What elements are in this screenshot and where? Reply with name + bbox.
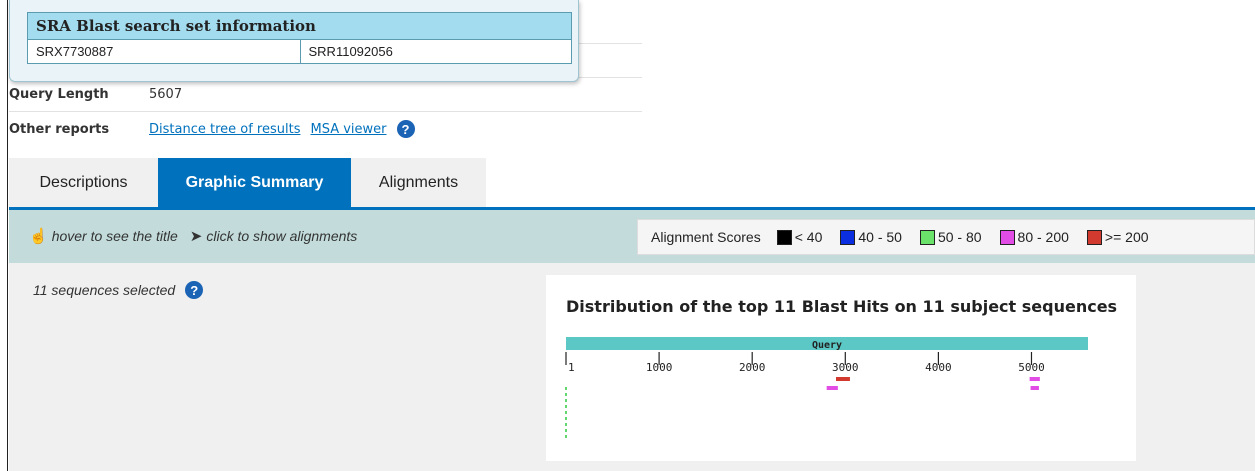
score-item: 80 - 200 [999,229,1069,245]
axis-ticks: 1 1000 2000 3000 4000 5000 [565,352,1045,374]
arrow-cursor-icon: ➤ [189,228,203,245]
query-length-row: Query Length 5607 [9,78,642,112]
hit-bars [826,377,1040,390]
axis-tick-label: 2000 [739,361,766,374]
hit-bar[interactable] [1029,377,1040,381]
hint-text: ☝ hover to see the title ➤ click to show… [29,227,357,245]
axis-tick-label: 3000 [832,361,859,374]
sra-popup-title: SRA Blast search set information [27,12,572,40]
score-label: 50 - 80 [937,229,982,245]
axis-tick-label: 1000 [646,361,673,374]
sra-experiment-id: SRX7730887 [36,44,114,59]
score-swatch [776,229,792,245]
selection-status: 11 sequences selected ? [33,281,204,299]
axis-tick-label: 4000 [925,361,952,374]
distance-tree-link[interactable]: Distance tree of results [149,122,300,137]
alignment-scores-legend: Alignment Scores < 40 40 - 50 50 - 80 80… [637,219,1255,255]
hit-distribution-graph: Distribution of the top 11 Blast Hits on… [546,275,1136,461]
results-tabs: Descriptions Graphic Summary Alignments [9,158,486,208]
score-swatch [1086,229,1102,245]
hit-bar[interactable] [1030,386,1039,390]
hover-hint: hover to see the title [51,228,178,244]
page-left-border [0,0,8,471]
msa-viewer-link[interactable]: MSA viewer [310,122,386,137]
hit-bar[interactable] [835,377,850,381]
graphic-summary-panel: 11 sequences selected ? Distribution of … [9,263,1255,471]
score-label: 40 - 50 [858,229,902,245]
tab-alignments[interactable]: Alignments [351,158,486,208]
score-item: 50 - 80 [919,229,982,245]
score-item: < 40 [776,229,823,245]
hit-distribution-svg: Query 1 1000 2000 3000 4000 5000 [565,337,1088,438]
hit-bar[interactable] [826,386,838,390]
other-reports-label: Other reports [9,121,110,137]
score-item: 40 - 50 [840,229,902,245]
sra-run-id: SRR11092056 [299,40,572,63]
alignment-scores-label: Alignment Scores [651,229,761,245]
help-icon[interactable]: ? [185,281,204,299]
sequences-selected-text: 11 sequences selected [33,282,176,298]
axis-tick-label: 5000 [1018,361,1044,374]
tab-graphic-summary[interactable]: Graphic Summary [158,158,351,208]
query-label: Query [812,340,842,351]
sra-info-popup: SRA Blast search set information SRX7730… [9,0,579,82]
axis-tick-label: 1 [568,361,575,374]
query-length-value: 5607 [149,87,183,102]
score-swatch [919,229,935,245]
score-item: >= 200 [1086,229,1149,245]
tab-descriptions[interactable]: Descriptions [9,158,158,208]
score-swatch [999,229,1015,245]
query-length-label: Query Length [9,87,109,102]
sra-popup-row: SRX7730887 SRR11092056 [27,40,572,64]
hand-pointer-icon: ☝ [29,228,48,245]
score-label: < 40 [794,229,823,245]
graphic-toolbar: ☝ hover to see the title ➤ click to show… [9,210,1255,263]
score-label: >= 200 [1104,229,1149,245]
other-reports-row: Other reports Distance tree of results M… [9,112,642,146]
help-icon[interactable]: ? [396,120,415,138]
score-label: 80 - 200 [1017,229,1069,245]
score-swatch [840,229,856,245]
click-hint: click to show alignments [206,228,358,244]
